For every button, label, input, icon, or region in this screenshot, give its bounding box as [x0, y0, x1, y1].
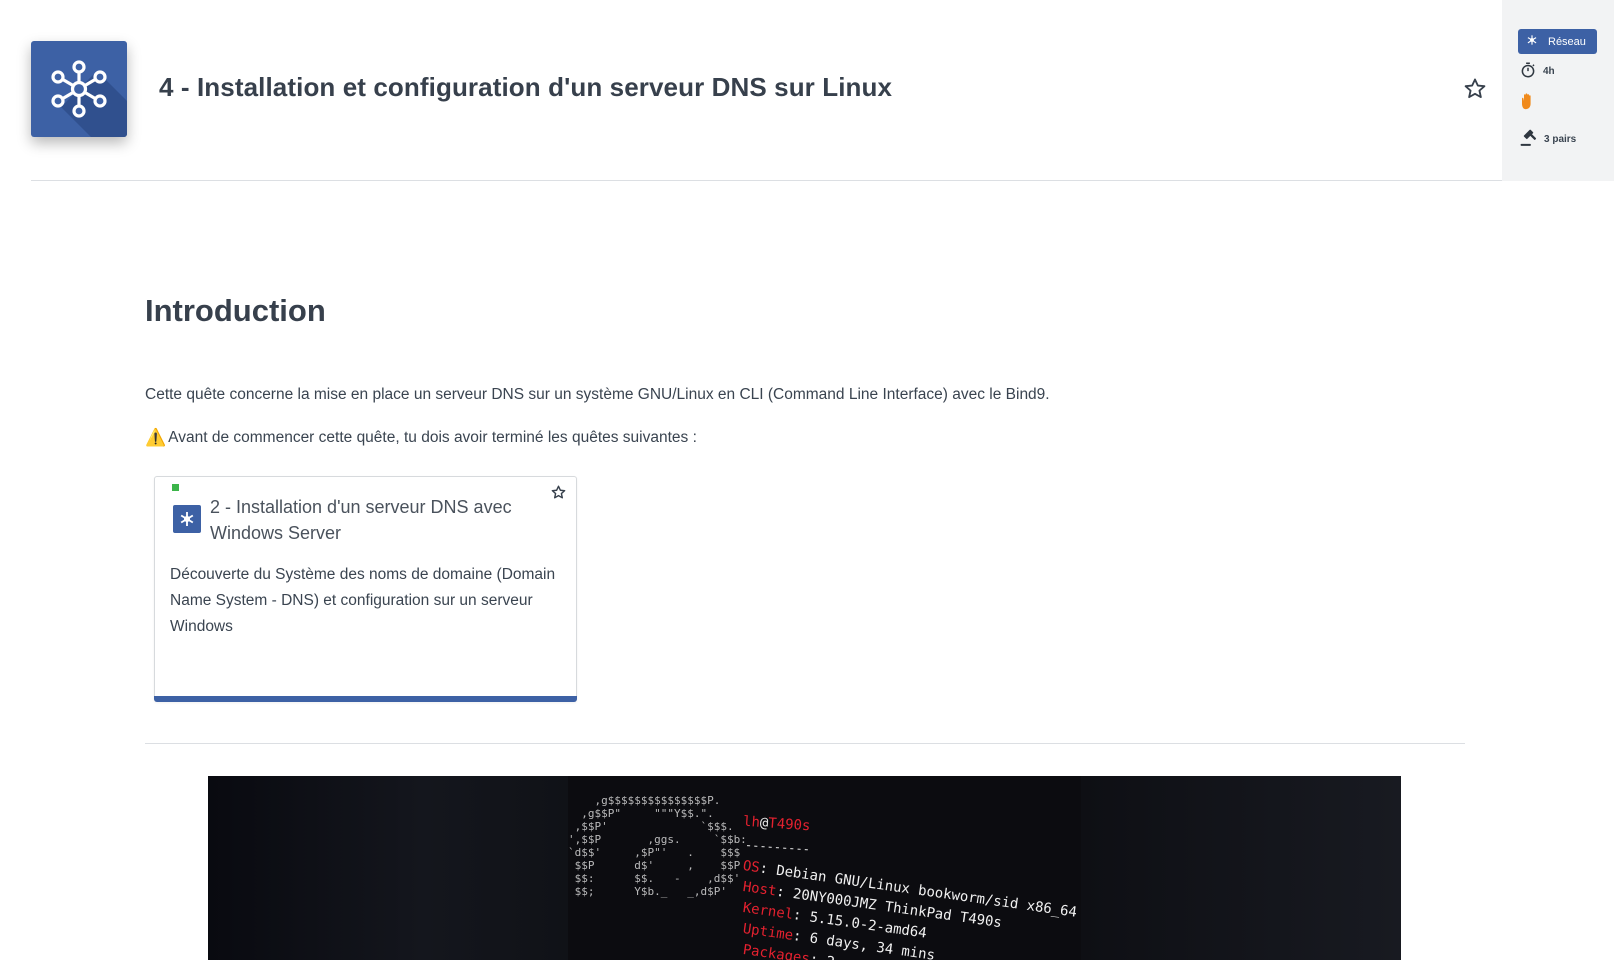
header-divider [31, 180, 1502, 181]
card-accent-bar [154, 696, 577, 702]
prerequisite-notice-text: Avant de commencer cette quête, tu dois … [168, 429, 697, 446]
stopwatch-icon [1519, 61, 1537, 82]
quest-header: 4 - Installation et configuration d'un s… [0, 0, 1502, 181]
gavel-icon [1519, 128, 1538, 150]
level-info [1519, 92, 1535, 113]
duration-info: 4h [1519, 61, 1555, 82]
page-title: 4 - Installation et configuration d'un s… [159, 72, 893, 102]
content-divider [145, 743, 1465, 744]
prerequisite-quest-card[interactable]: 2 - Installation d'un serveur DNS avec W… [154, 476, 577, 702]
duration-label: 4h [1543, 66, 1555, 77]
ascii-logo-art: ,g$$$$$$$$$$$$$$$P. ,g$$P" """Y$$.". ,$$… [568, 794, 747, 898]
star-outline-icon[interactable] [1462, 76, 1488, 102]
network-icon [1525, 33, 1539, 50]
tag-label: Réseau [1548, 35, 1586, 48]
network-icon [31, 41, 127, 137]
terminal-separator: --------- [744, 837, 811, 857]
banner-right-shade [1081, 776, 1401, 960]
banner-left-shade [208, 776, 568, 960]
card-title: 2 - Installation d'un serveur DNS avec W… [210, 497, 512, 543]
intro-paragraph: Cette quête concerne la mise en place un… [145, 386, 1050, 403]
quest-info-panel: Réseau 4h 3 pairs [1502, 0, 1614, 181]
status-indicator [172, 484, 179, 491]
card-description: Découverte du Système des noms de domain… [170, 566, 556, 635]
hand-icon [1519, 92, 1535, 113]
prerequisite-notice: ⚠️ Avant de commencer cette quête, tu do… [145, 428, 697, 448]
network-icon [173, 505, 201, 533]
tag-badge-network[interactable]: Réseau [1518, 29, 1597, 54]
terminal-prompt: lh@T490s [742, 813, 811, 835]
peers-info: 3 pairs [1519, 128, 1576, 150]
section-title: Introduction [145, 293, 326, 328]
peers-label: 3 pairs [1544, 133, 1577, 145]
terminal-banner-image: ,g$$$$$$$$$$$$$$$P. ,g$$P" """Y$$.". ,$$… [208, 776, 1401, 960]
star-outline-icon[interactable] [550, 484, 567, 501]
warning-icon: ⚠️ [145, 428, 167, 447]
